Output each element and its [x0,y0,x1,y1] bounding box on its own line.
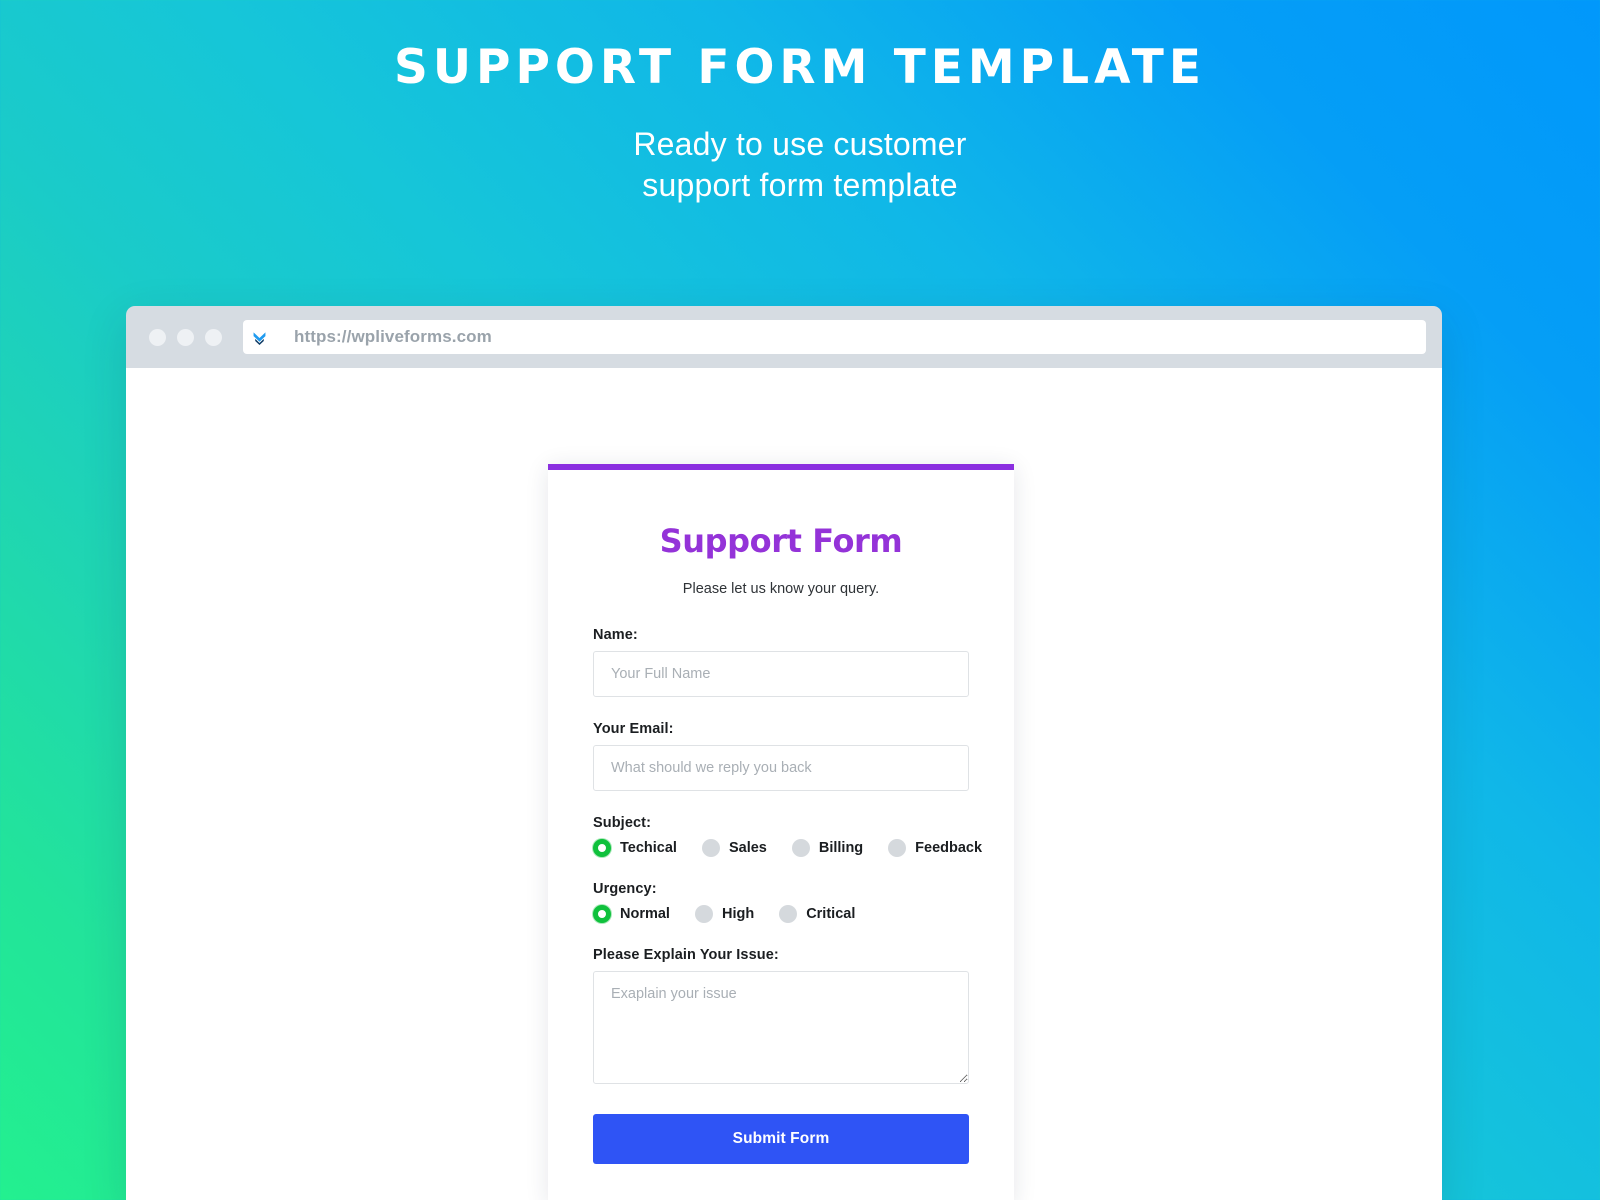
email-field-group: Your Email: [593,721,969,791]
window-controls [149,328,222,346]
page-subtitle-line-1: Ready to use customer [633,125,967,162]
radio-selected-icon [593,905,611,923]
subject-radio-label: Feedback [915,840,983,856]
radio-unselected-icon [694,905,713,923]
support-form-card: Support Form Please let us know your que… [548,464,1014,1200]
radio-unselected-icon [791,839,810,857]
urgency-radio-critical[interactable]: Critical [779,905,855,923]
page-subtitle-line-2: support form template [642,166,958,203]
subject-radio-sales[interactable]: Sales [701,839,767,857]
address-bar[interactable]: https://wpliveforms.com [276,320,1426,354]
submit-form-button[interactable]: Submit Form [593,1114,969,1164]
email-input[interactable] [593,745,969,791]
issue-textarea[interactable] [593,971,969,1084]
issue-label: Please Explain Your Issue: [593,947,779,963]
subject-radio-group: Techical Sales Billing Feedback [593,839,982,857]
card-accent-bar [548,464,1014,470]
address-bar-url: https://wpliveforms.com [294,327,492,346]
radio-unselected-icon [701,839,720,857]
radio-selected-icon [593,839,611,857]
browser-viewport: Support Form Please let us know your que… [126,368,1442,1200]
hero-section: Support Form Template Ready to use custo… [0,0,1600,206]
form-subtitle: Please let us know your query. [682,581,880,597]
favicon [243,320,276,354]
browser-chrome: https://wpliveforms.com [126,306,1442,368]
maximize-window-dot-icon[interactable] [205,328,222,346]
urgency-radio-label: Critical [806,906,856,922]
urgency-field-group: Urgency: Normal High Critical [593,881,969,923]
subject-field-group: Subject: Techical Sales Billing Feedback [593,815,982,857]
page-subtitle: Ready to use customer support form templ… [0,124,1600,206]
name-field-group: Name: [593,627,969,697]
subject-radio-billing[interactable]: Billing [791,839,864,857]
name-input[interactable] [593,651,969,697]
radio-unselected-icon [779,905,798,923]
urgency-radio-high[interactable]: High [694,905,755,923]
browser-window-mockup: https://wpliveforms.com Support Form Ple… [126,306,1442,1200]
chevron-double-down-icon [253,331,266,345]
page-title: Support Form Template [394,40,1206,95]
subject-radio-feedback[interactable]: Feedback [888,839,982,857]
form-title: Support Form [659,522,903,560]
urgency-radio-normal[interactable]: Normal [593,905,670,923]
subject-radio-label: Billing [818,840,864,856]
urgency-radio-label: High [721,906,755,922]
urgency-radio-label: Normal [620,906,670,922]
subject-radio-label: Techical [620,840,677,856]
email-label: Your Email: [593,721,674,737]
subject-radio-techical[interactable]: Techical [593,839,677,857]
radio-unselected-icon [888,839,907,857]
urgency-label: Urgency: [593,881,657,897]
close-window-dot-icon[interactable] [149,328,166,346]
issue-field-group: Please Explain Your Issue: [593,947,969,1084]
subject-label: Subject: [593,815,651,831]
minimize-window-dot-icon[interactable] [177,328,194,346]
subject-radio-label: Sales [728,840,767,856]
urgency-radio-group: Normal High Critical [593,905,969,923]
name-label: Name: [593,627,638,643]
